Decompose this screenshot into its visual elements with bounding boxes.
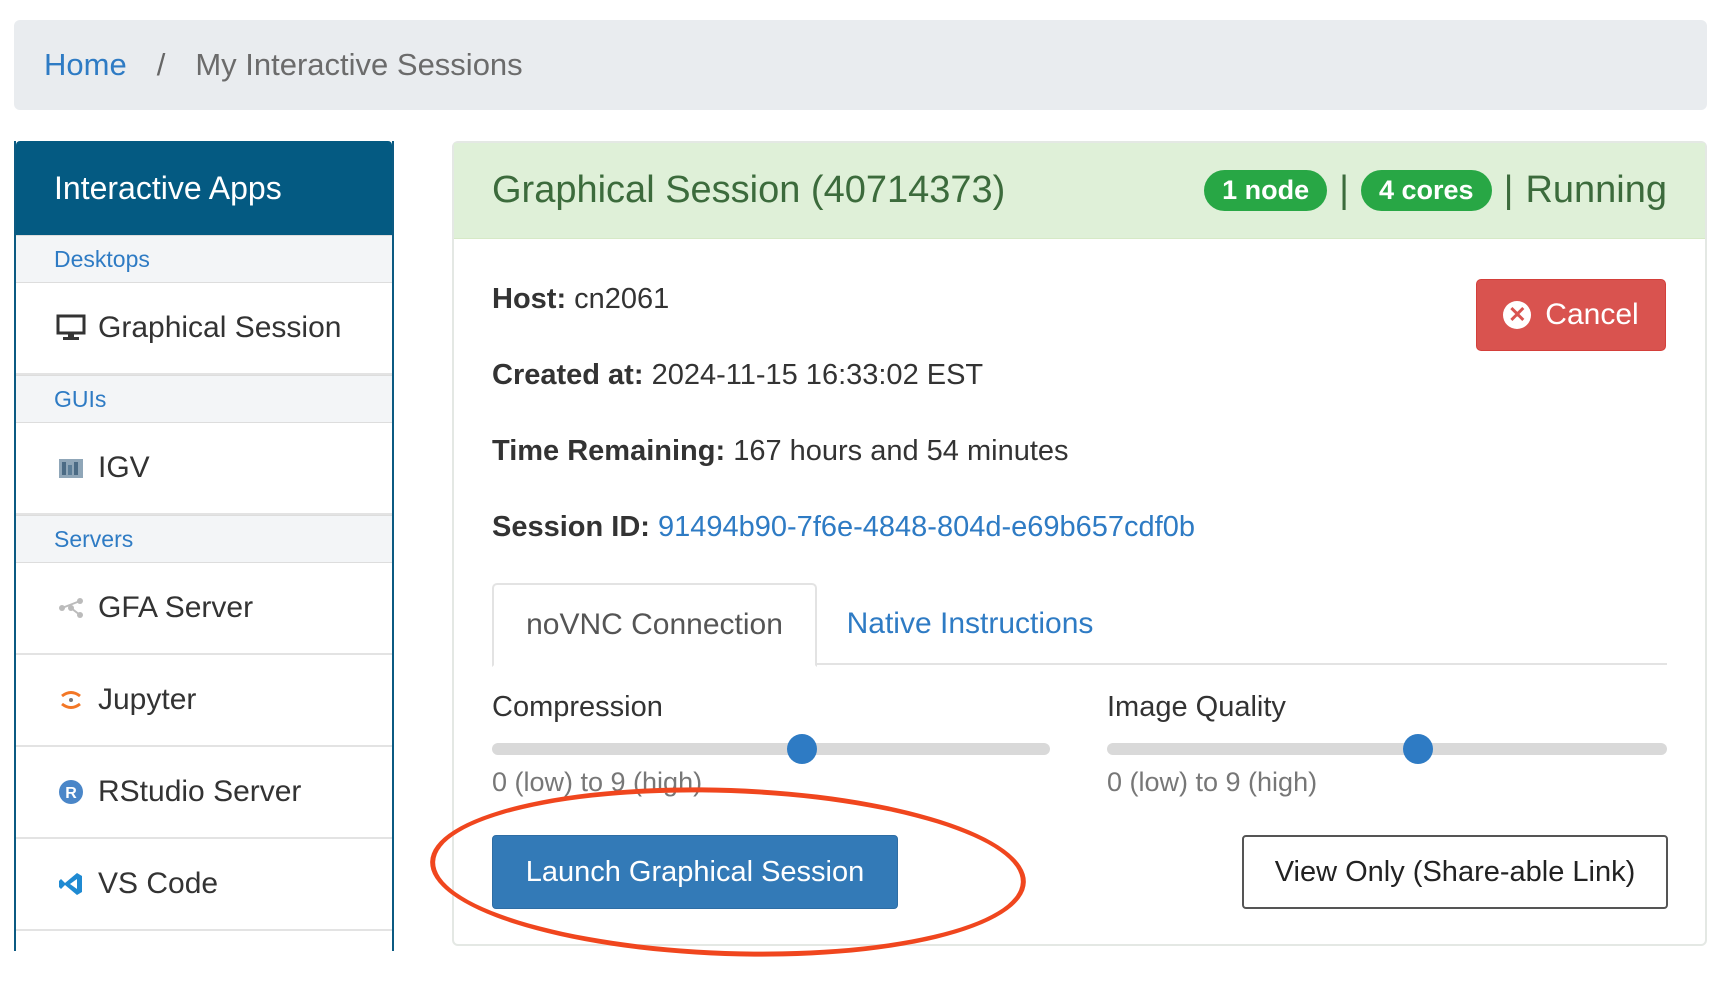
time-remaining-value: 167 hours and 54 minutes <box>733 435 1069 467</box>
session-card: Graphical Session (40714373) 1 node | 4 … <box>452 141 1707 946</box>
sidebar-item-label: Jupyter <box>98 683 197 716</box>
sidebar: Interactive Apps Desktops Graphical Sess… <box>14 141 394 951</box>
sidebar-group-servers: Servers <box>16 515 392 563</box>
compression-slider[interactable] <box>492 734 1050 764</box>
rstudio-icon: R <box>54 775 88 809</box>
breadcrumb: Home / My Interactive Sessions <box>14 20 1707 110</box>
host-value: cn2061 <box>574 283 670 315</box>
nodes-badge: 1 node <box>1204 170 1328 211</box>
sidebar-item-label: RStudio Server <box>98 775 302 808</box>
sidebar-item-label: IGV <box>98 451 150 484</box>
breadcrumb-current: My Interactive Sessions <box>195 47 523 82</box>
connection-tabs: noVNC Connection Native Instructions <box>492 583 1667 667</box>
cancel-button-label: Cancel <box>1545 298 1639 331</box>
session-id-link[interactable]: 91494b90-7f6e-4848-804d-e69b657cdf0b <box>658 511 1195 543</box>
sidebar-item-rstudio-server[interactable]: R RStudio Server <box>16 747 392 839</box>
launch-graphical-session-button[interactable]: Launch Graphical Session <box>492 835 898 909</box>
gfa-icon <box>54 591 88 625</box>
close-circle-icon: ✕ <box>1503 301 1532 329</box>
sidebar-item-label: GFA Server <box>98 591 254 624</box>
session-id-label: Session ID: <box>492 511 650 543</box>
view-only-link-button[interactable]: View Only (Share-able Link) <box>1242 835 1668 909</box>
session-title: Graphical Session (40714373) <box>492 169 1006 211</box>
breadcrumb-separator: / <box>156 47 166 82</box>
sidebar-item-label: VS Code <box>98 867 219 900</box>
time-remaining-label: Time Remaining: <box>492 435 726 467</box>
session-header: Graphical Session (40714373) 1 node | 4 … <box>454 143 1705 239</box>
jupyter-icon <box>54 683 88 717</box>
tab-native-instructions[interactable]: Native Instructions <box>840 583 1100 665</box>
host-row: Host: cn2061 <box>492 283 669 316</box>
created-row: Created at: 2024-11-15 16:33:02 EST <box>492 359 983 392</box>
compression-hint: 0 (low) to 9 (high) <box>492 767 703 797</box>
page: Home / My Interactive Sessions Interacti… <box>0 0 1728 984</box>
sidebar-group-guis: GUIs <box>16 375 392 423</box>
igv-icon <box>54 451 88 485</box>
image-quality-hint: 0 (low) to 9 (high) <box>1107 767 1318 797</box>
host-label: Host: <box>492 283 567 315</box>
created-label: Created at: <box>492 359 644 391</box>
sidebar-group-desktops: Desktops <box>16 235 392 283</box>
created-value: 2024-11-15 16:33:02 EST <box>651 359 984 391</box>
session-id-row: Session ID: 91494b90-7f6e-4848-804d-e69b… <box>492 511 1195 544</box>
compression-slider-thumb[interactable] <box>787 734 817 764</box>
header-separator: | <box>1339 169 1349 211</box>
header-separator: | <box>1503 169 1514 211</box>
compression-label: Compression <box>492 691 663 723</box>
sidebar-item-jupyter[interactable]: Jupyter <box>16 655 392 747</box>
time-remaining-row: Time Remaining: 167 hours and 54 minutes <box>492 435 1069 468</box>
session-status: Running <box>1525 169 1667 211</box>
cancel-button[interactable]: ✕ Cancel <box>1476 279 1666 351</box>
sidebar-item-vs-code[interactable]: VS Code <box>16 839 392 931</box>
sidebar-item-igv[interactable]: IGV <box>16 423 392 515</box>
vscode-icon <box>54 867 88 901</box>
sidebar-item-graphical-session[interactable]: Graphical Session <box>16 283 392 375</box>
image-quality-label: Image Quality <box>1107 691 1286 723</box>
sidebar-item-gfa-server[interactable]: GFA Server <box>16 563 392 655</box>
monitor-icon <box>54 311 88 345</box>
sidebar-item-label: Graphical Session <box>98 311 342 344</box>
image-quality-slider[interactable] <box>1107 734 1667 764</box>
svg-text:R: R <box>65 785 77 802</box>
image-quality-slider-thumb[interactable] <box>1403 734 1434 764</box>
breadcrumb-home-link[interactable]: Home <box>44 47 127 83</box>
cores-badge: 4 cores <box>1360 170 1492 211</box>
sidebar-header: Interactive Apps <box>16 141 392 235</box>
tab-novnc-connection[interactable]: noVNC Connection <box>492 583 817 667</box>
